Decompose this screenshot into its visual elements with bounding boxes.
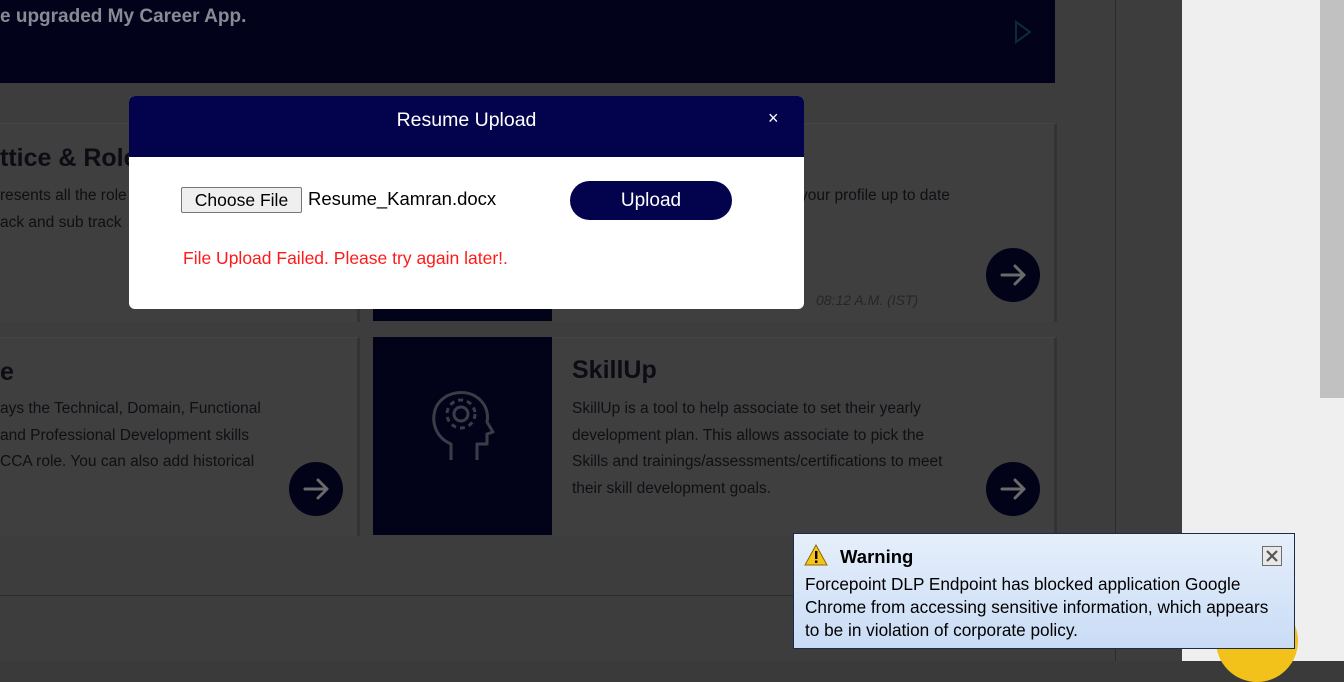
desc-line: ack and sub track [0,213,122,231]
card-skills-arrow-button[interactable] [289,462,343,516]
card-skillup-title: SkillUp [572,356,657,384]
close-icon[interactable]: × [768,108,779,129]
modal-title: Resume Upload [396,109,537,131]
desc-line: and Professional Development skills [0,426,249,444]
card-skillup-desc: SkillUp is a tool to help associate to s… [572,396,942,502]
play-triangle-icon[interactable] [1013,20,1033,44]
desc-line: Skills and trainings/assessments/certifi… [572,453,943,470]
card-profile-desc: your profile up to date [800,187,950,204]
card-skillup: SkillUp SkillUp is a tool to help associ… [552,337,1057,536]
arrow-right-icon [303,478,329,500]
arrow-right-icon [1000,478,1026,500]
scrollbar-thumb[interactable] [1320,0,1344,398]
warning-icon [804,544,828,566]
desc-line: SkillUp is a tool to help associate to s… [572,400,921,417]
modal-header: Resume Upload × [129,96,804,157]
card-skills-title: e [0,358,14,386]
head-gear-icon [432,391,495,460]
desc-line: their skill development goals. [572,479,772,497]
card-skillup-image [373,337,552,535]
dlp-warning-title: Warning [840,546,914,567]
banner: e upgraded My Career App. [0,0,1055,83]
card-skillup-arrow-button[interactable] [986,462,1040,516]
resume-upload-modal: Resume Upload × Choose File Resume_Kamra… [129,96,804,309]
dlp-warning-message: Forcepoint DLP Endpoint has blocked appl… [805,574,1269,640]
card-skills: e ays the Technical, Domain, Functional … [0,337,360,536]
arrow-right-icon [1000,264,1026,286]
selected-file-name: Resume_Kamran.docx [308,188,497,209]
card-lattice-desc: resents all the role ack and sub track [0,183,127,236]
card-skills-desc: ays the Technical, Domain, Functional an… [0,396,261,476]
close-x-icon [1266,550,1278,562]
desc-line: resents all the role [0,187,127,204]
desc-line: development plan. This allows associate … [572,426,925,444]
card-lattice-title: ttice & Role [0,144,138,172]
choose-file-button[interactable]: Choose File [181,187,302,213]
dlp-warning-popup: Warning Forcepoint DLP Endpoint has bloc… [793,533,1295,649]
close-icon[interactable] [1262,546,1282,566]
card-profile-timestamp: 08:12 A.M. (IST) [816,292,919,308]
card-profile-arrow-button[interactable] [986,248,1040,302]
upload-button[interactable]: Upload [570,181,732,220]
upload-error-message: File Upload Failed. Please try again lat… [183,248,508,268]
desc-line: ays the Technical, Domain, Functional [0,400,261,417]
desc-line: CCA role. You can also add historical [0,453,255,470]
banner-text: e upgraded My Career App. [0,6,247,27]
